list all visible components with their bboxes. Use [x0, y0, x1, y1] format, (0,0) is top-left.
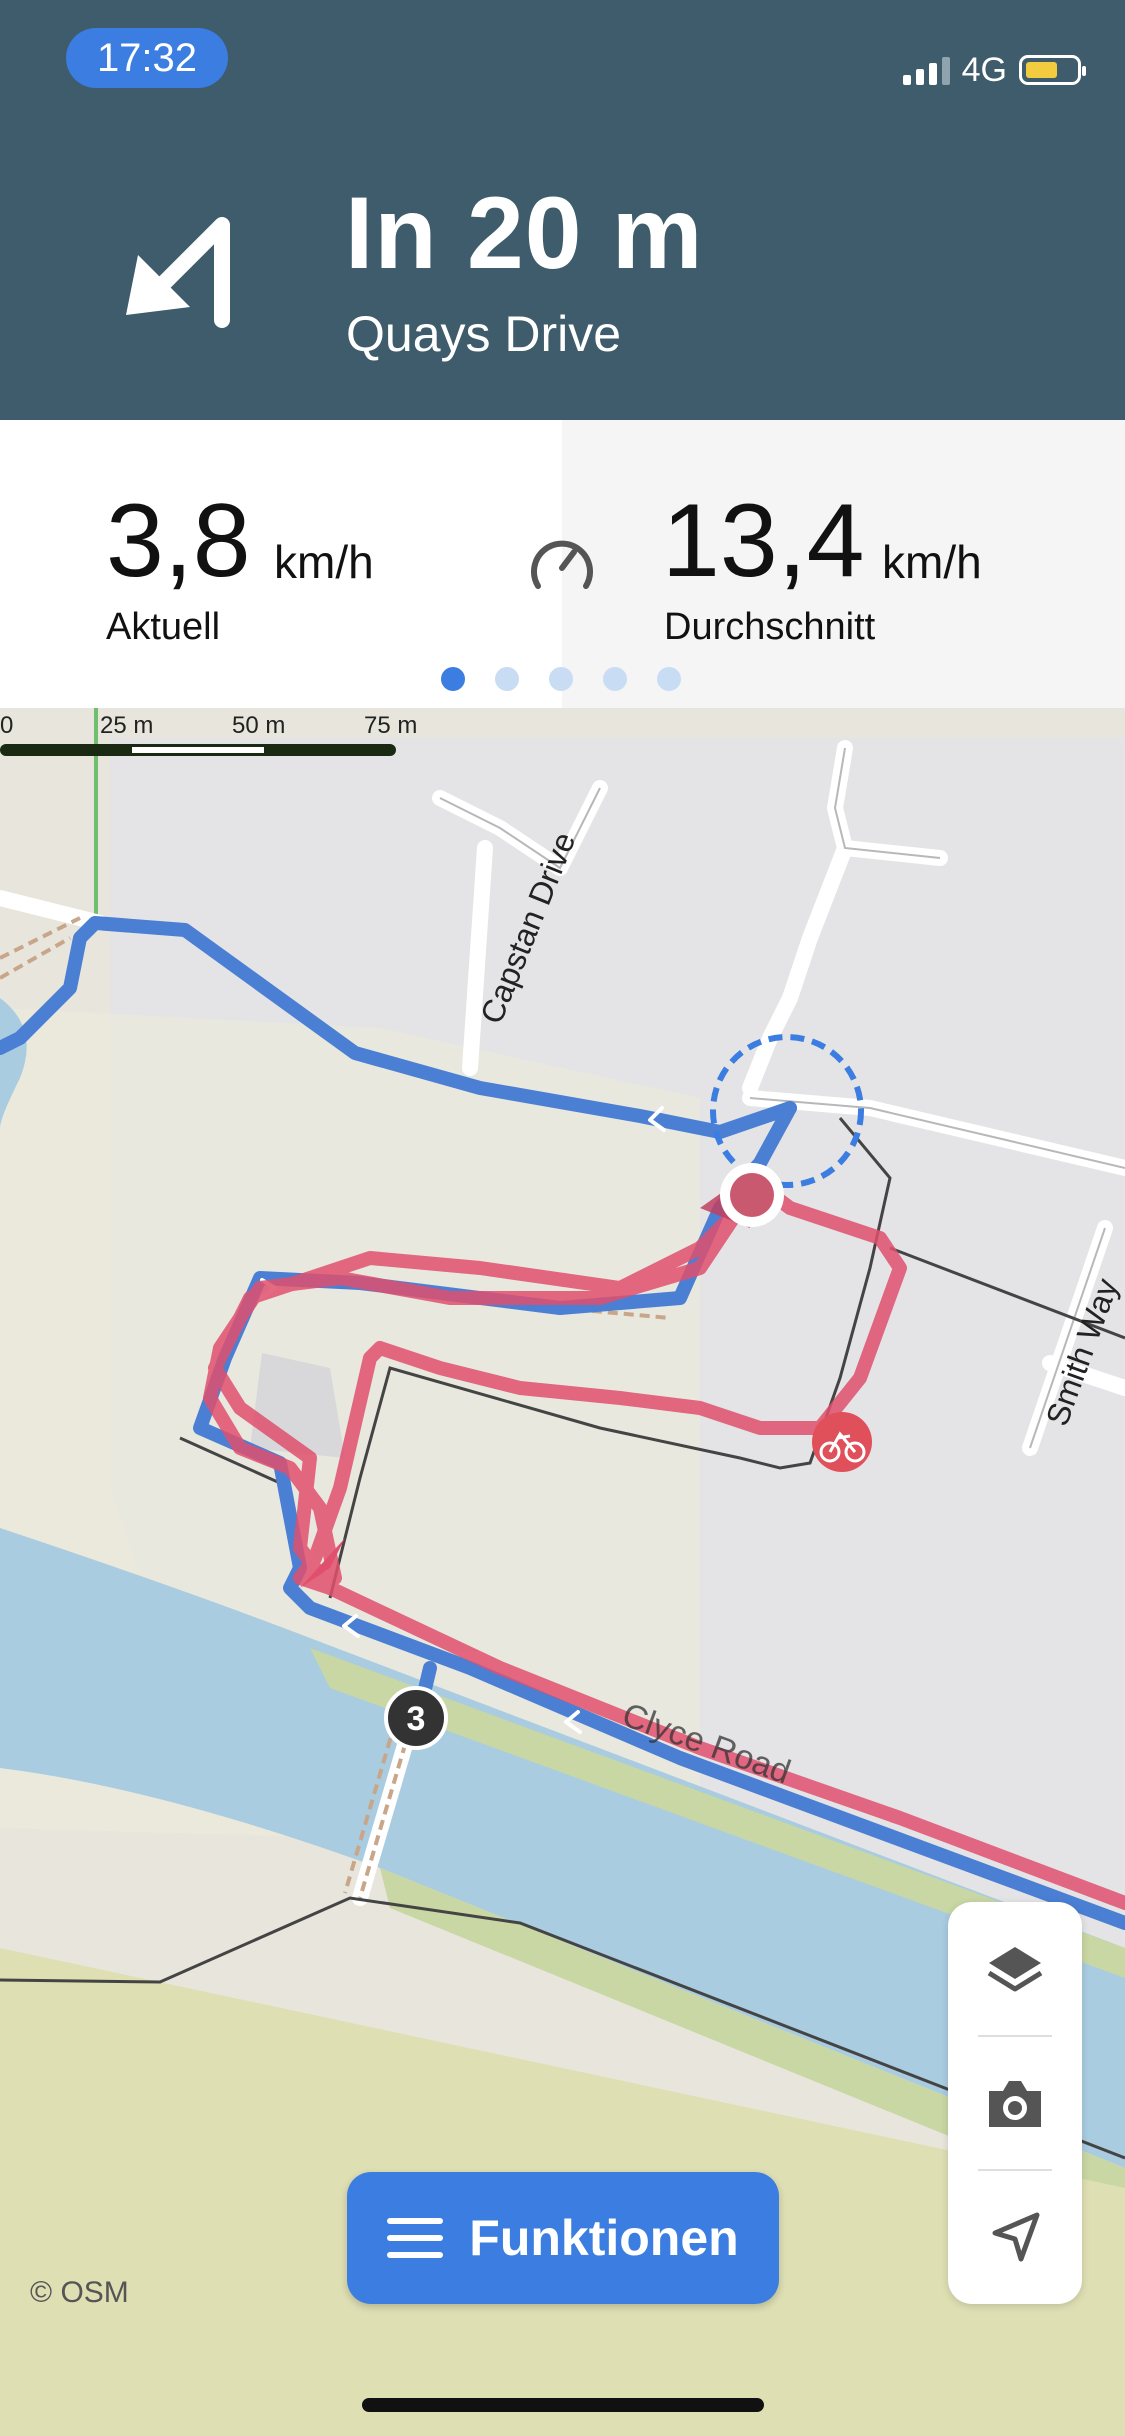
bicycle-marker-icon[interactable] — [812, 1412, 872, 1472]
layers-icon — [987, 1947, 1043, 1992]
maneuver-distance: In 20 m — [345, 176, 704, 290]
status-indicators: 4G — [902, 48, 1086, 92]
functions-button[interactable]: Funktionen — [347, 2172, 779, 2304]
page-dot[interactable] — [441, 667, 465, 691]
camera-button[interactable] — [948, 2036, 1082, 2170]
network-type: 4G — [961, 50, 1007, 89]
page-dot[interactable] — [603, 667, 627, 691]
average-speed-label: Durchschnitt — [664, 606, 876, 648]
current-speed-value: 3,8 — [106, 483, 251, 599]
scale-label-75: 75 m — [364, 712, 418, 739]
speedometer-icon — [531, 540, 593, 589]
maneuver-street: Quays Drive — [346, 306, 622, 362]
map-scale: 0 25 m 50 m 75 m — [0, 708, 420, 758]
page-dot[interactable] — [549, 667, 573, 691]
average-speed-value: 13,4 — [662, 483, 865, 599]
turn-left-arrow-icon — [126, 217, 230, 328]
status-time: 17:32 — [66, 28, 228, 88]
scale-label-25: 25 m — [100, 712, 154, 739]
camera-icon — [989, 2081, 1041, 2127]
scale-bar — [0, 744, 396, 756]
cellular-signal-icon — [902, 55, 950, 85]
page-dot[interactable] — [657, 667, 681, 691]
map-controls-panel — [948, 1902, 1082, 2304]
average-speed-unit: km/h — [882, 536, 982, 588]
battery-icon — [1019, 55, 1086, 85]
current-speed-label: Aktuell — [106, 606, 221, 648]
stats-page-indicator[interactable] — [441, 667, 681, 691]
menu-icon — [387, 2218, 444, 2258]
locate-button[interactable] — [948, 2170, 1082, 2304]
layers-button[interactable] — [948, 1902, 1082, 2036]
functions-label: Funktionen — [469, 2210, 739, 2266]
waypoint-badge: 3 — [407, 1700, 426, 1738]
map-attribution[interactable]: © OSM — [30, 2276, 129, 2310]
locate-icon — [992, 2212, 1040, 2262]
page-dot[interactable] — [495, 667, 519, 691]
current-speed-unit: km/h — [274, 536, 374, 588]
scale-label-0: 0 — [0, 712, 14, 739]
home-indicator[interactable] — [362, 2398, 764, 2412]
scale-label-50: 50 m — [232, 712, 286, 739]
